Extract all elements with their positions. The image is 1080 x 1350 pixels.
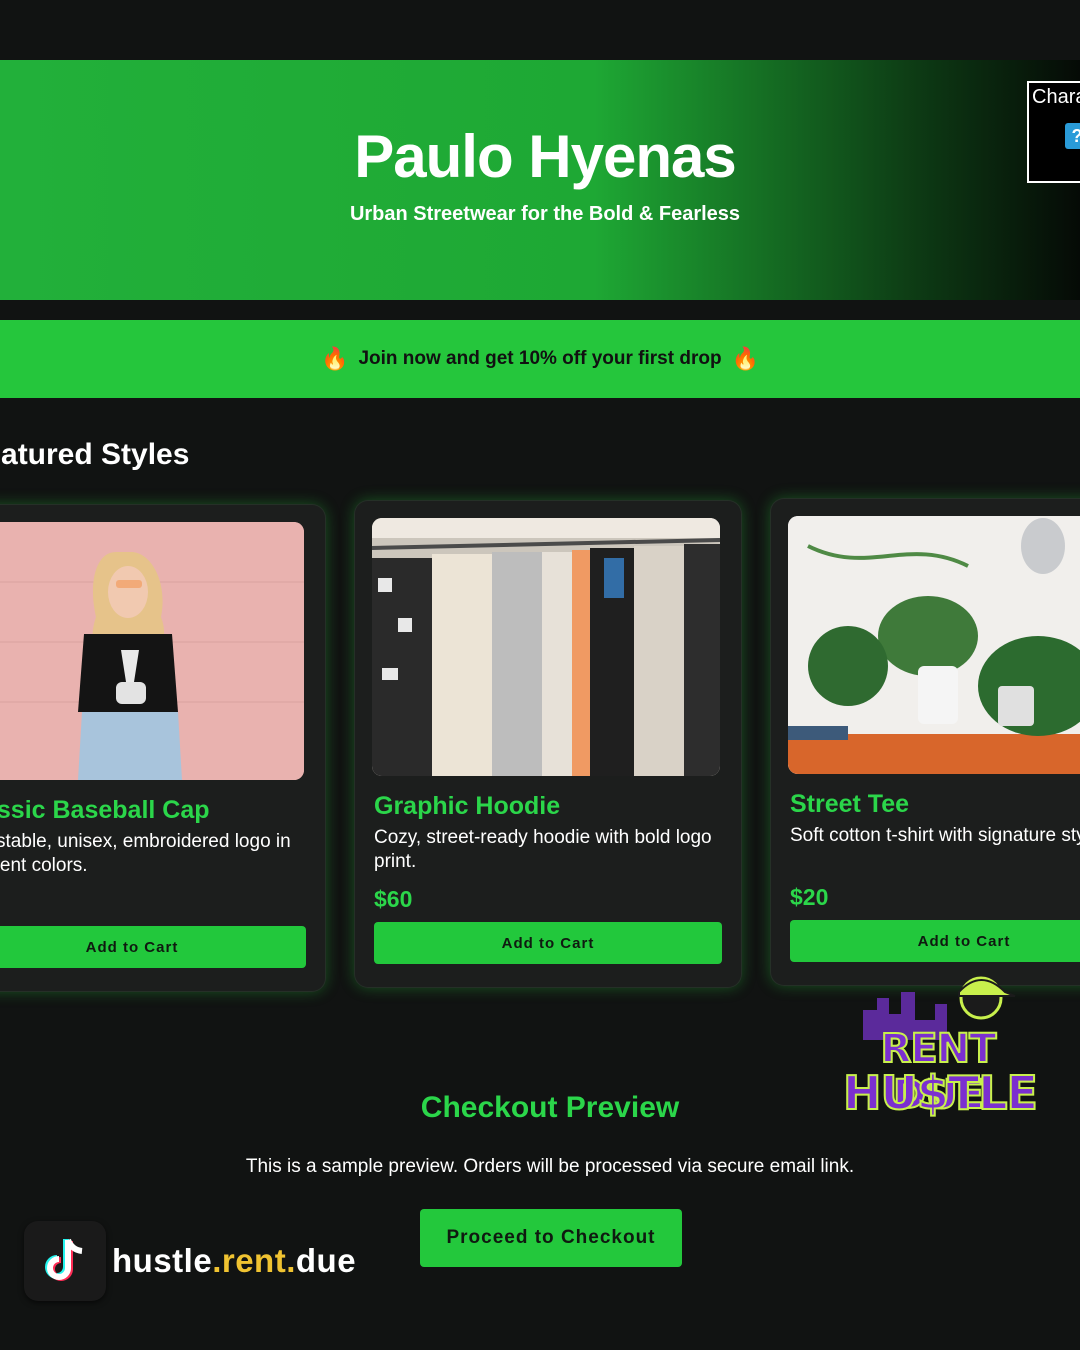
plants-photo-icon xyxy=(788,516,1080,774)
handle-dot: . xyxy=(212,1242,222,1279)
product-card-street-tee: Street Tee Soft cotton t-shirt with sign… xyxy=(770,498,1080,986)
clothing-rack-icon xyxy=(372,518,720,776)
help-icon[interactable]: ? xyxy=(1065,123,1080,149)
product-price: $20 xyxy=(790,884,829,910)
product-price: $60 xyxy=(374,886,413,912)
checkout-note: This is a sample preview. Orders will be… xyxy=(245,1156,855,1177)
proceed-to-checkout-button[interactable]: Proceed to Checkout xyxy=(420,1209,682,1267)
product-name: Graphic Hoodie xyxy=(374,792,561,820)
model-photo-icon xyxy=(0,522,304,780)
tiktok-handle-overlay: hustle.rent.due xyxy=(24,1220,356,1302)
featured-section-title: Featured Styles xyxy=(0,438,190,471)
product-description: Adjustable, unisex, embroidered logo in … xyxy=(0,831,291,876)
handle-part: hustle xyxy=(112,1242,213,1279)
product-image-street-tee[interactable] xyxy=(788,516,1080,774)
add-to-cart-button[interactable]: Add to Cart xyxy=(0,926,306,968)
product-name: Classic Baseball Cap xyxy=(0,796,210,824)
handle-part: rent xyxy=(221,1242,287,1279)
add-to-cart-button[interactable]: Add to Cart xyxy=(374,922,722,964)
fire-icon: 🔥 xyxy=(321,346,349,371)
character-widget-label: Chara xyxy=(1032,86,1080,108)
product-card-baseball-cap: Classic Baseball Cap Adjustable, unisex,… xyxy=(0,504,326,992)
tiktok-icon xyxy=(24,1221,106,1301)
promo-banner[interactable]: 🔥 Join now and get 10% off your first dr… xyxy=(0,320,1080,398)
add-to-cart-button[interactable]: Add to Cart xyxy=(790,920,1080,962)
brand-tagline: Urban Streetwear for the Bold & Fearless xyxy=(349,203,741,225)
promo-text: Join now and get 10% off your first drop xyxy=(358,348,722,369)
site-header: Paulo Hyenas Urban Streetwear for the Bo… xyxy=(0,60,1080,300)
product-description: Soft cotton t-shirt with signature style… xyxy=(790,825,1080,846)
handle-part: due xyxy=(295,1242,357,1279)
brand-title: Paulo Hyenas xyxy=(354,123,737,190)
product-description: Cozy, street-ready hoodie with bold logo… xyxy=(374,827,712,872)
rent-due-hustle-badge: RENT DUE HU$TLE xyxy=(842,970,1039,1128)
character-widget[interactable]: Chara ? xyxy=(1027,81,1080,183)
tiktok-handle[interactable]: hustle.rent.due xyxy=(112,1242,356,1280)
product-name: Street Tee xyxy=(790,790,910,818)
handle-dot: . xyxy=(286,1242,296,1279)
product-card-graphic-hoodie: Graphic Hoodie Cozy, street-ready hoodie… xyxy=(354,500,742,988)
storefront-screen: Paulo Hyenas Urban Streetwear for the Bo… xyxy=(0,0,1080,1350)
product-image-baseball-cap[interactable] xyxy=(0,522,304,780)
badge-line-2: HU$TLE xyxy=(842,1065,1039,1121)
fire-icon: 🔥 xyxy=(731,346,759,371)
product-image-graphic-hoodie[interactable] xyxy=(372,518,720,776)
music-note-icon xyxy=(45,1238,83,1281)
